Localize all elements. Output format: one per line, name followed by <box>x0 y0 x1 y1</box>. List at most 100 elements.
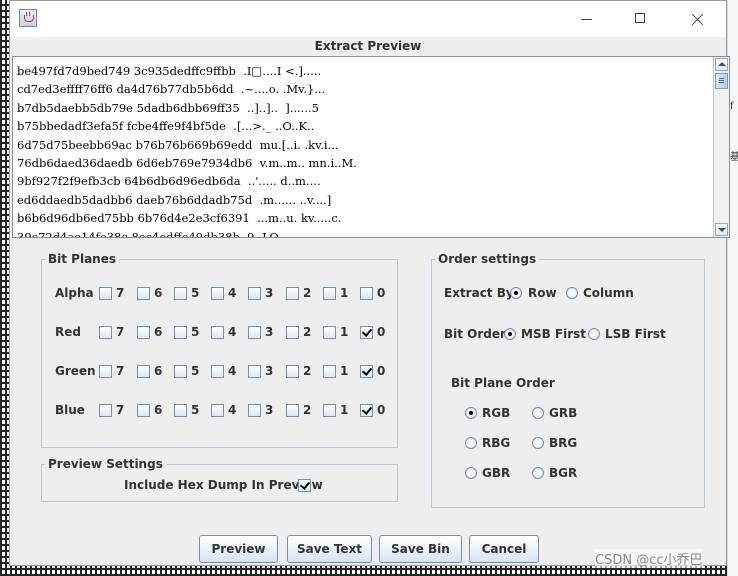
bit-checkbox-red-2[interactable] <box>286 326 299 339</box>
close-button[interactable] <box>674 7 720 33</box>
bit-checkbox-red-1[interactable] <box>323 326 336 339</box>
plane-order-radio-brg[interactable] <box>532 437 544 449</box>
plane-order-radio-rbg[interactable] <box>465 437 477 449</box>
bit-number-label: 2 <box>303 286 312 300</box>
preview-lines: be497fd7d9bed749 3c935dedffc9ffbb .I□...… <box>17 62 713 238</box>
csdn-watermark: CSDN @cc小乔巴 <box>595 549 703 568</box>
plane-order-radio-bgr[interactable] <box>532 467 544 479</box>
bit-number-label: 6 <box>154 403 163 417</box>
bit-checkbox-alpha-0[interactable] <box>360 287 373 300</box>
bit-order-label: Bit Order <box>444 327 506 341</box>
bit-number-label: 4 <box>228 286 237 300</box>
channel-label-green: Green <box>55 364 96 378</box>
bit-checkbox-blue-6[interactable] <box>137 404 150 417</box>
bit-checkbox-blue-1[interactable] <box>323 404 336 417</box>
scroll-up-icon[interactable] <box>715 58 728 71</box>
bit-number-label: 1 <box>340 286 349 300</box>
extract-by-label: Extract By <box>444 286 514 300</box>
bit-checkbox-blue-3[interactable] <box>248 404 261 417</box>
bit-checkbox-alpha-4[interactable] <box>211 287 224 300</box>
bit-checkbox-red-3[interactable] <box>248 326 261 339</box>
preview-text-area[interactable]: be497fd7d9bed749 3c935dedffc9ffbb .I□...… <box>12 56 730 238</box>
title-bar <box>10 1 726 37</box>
bit-number-label: 5 <box>191 286 200 300</box>
bit-checkbox-green-6[interactable] <box>137 365 150 378</box>
plane-order-label-gbr: GBR <box>482 466 511 480</box>
bit-checkbox-red-5[interactable] <box>174 326 187 339</box>
bit-checkbox-red-6[interactable] <box>137 326 150 339</box>
bit-checkbox-green-7[interactable] <box>99 365 112 378</box>
preview-line: be497fd7d9bed749 3c935dedffc9ffbb .I□...… <box>17 64 322 78</box>
bit-number-label: 5 <box>191 325 200 339</box>
plane-order-label-grb: GRB <box>549 406 578 420</box>
minimize-button[interactable] <box>564 7 610 33</box>
plane-order-radio-gbr[interactable] <box>465 467 477 479</box>
plane-order-label-bgr: BGR <box>549 466 578 480</box>
bit-number-label: 4 <box>228 403 237 417</box>
bit-checkbox-alpha-3[interactable] <box>248 287 261 300</box>
bit-checkbox-green-1[interactable] <box>323 365 336 378</box>
preview-button[interactable]: Preview <box>199 535 278 563</box>
bit-checkbox-alpha-1[interactable] <box>323 287 336 300</box>
bit-checkbox-alpha-6[interactable] <box>137 287 150 300</box>
bit-checkbox-red-0[interactable] <box>360 326 373 339</box>
bit-checkbox-alpha-2[interactable] <box>286 287 299 300</box>
bit-checkbox-green-4[interactable] <box>211 365 224 378</box>
preview-line: 76db6daed36daedb 6d6eb769e7934db6 v.m..m… <box>17 155 357 170</box>
bit-checkbox-blue-0[interactable] <box>360 404 373 417</box>
channel-label-blue: Blue <box>55 403 85 417</box>
scroll-down-icon[interactable] <box>715 223 728 236</box>
bit-number-label: 3 <box>265 403 274 417</box>
bit-number-label: 4 <box>228 364 237 378</box>
bit-number-label: 7 <box>116 286 125 300</box>
plane-order-radio-grb[interactable] <box>532 407 544 419</box>
bit-checkbox-blue-2[interactable] <box>286 404 299 417</box>
bit-checkbox-blue-7[interactable] <box>99 404 112 417</box>
bit-checkbox-blue-5[interactable] <box>174 404 187 417</box>
cancel-button[interactable]: Cancel <box>469 535 539 563</box>
bit-number-label: 1 <box>340 325 349 339</box>
bit-number-label: 7 <box>116 403 125 417</box>
msb-first-radio[interactable] <box>504 328 516 340</box>
plane-order-label-brg: BRG <box>549 436 578 450</box>
bit-checkbox-red-4[interactable] <box>211 326 224 339</box>
plane-order-label-rgb: RGB <box>482 406 511 420</box>
bit-planes-title: Bit Planes <box>45 251 120 267</box>
preview-line: b6b6d96db6ed75bb 6b76d4e2e3cf6391 ...m..… <box>17 211 342 226</box>
bit-number-label: 5 <box>191 403 200 417</box>
bit-number-label: 6 <box>154 286 163 300</box>
bit-number-label: 5 <box>191 364 200 378</box>
column-radio[interactable] <box>566 287 578 299</box>
bit-checkbox-red-7[interactable] <box>99 326 112 339</box>
bit-number-label: 7 <box>116 364 125 378</box>
bit-checkbox-alpha-5[interactable] <box>174 287 187 300</box>
bit-number-label: 0 <box>377 286 386 300</box>
hex-dump-checkbox[interactable] <box>298 479 311 492</box>
bit-number-label: 3 <box>265 364 274 378</box>
preview-line: b75bbedadf3efa5f fcbe4ffe9f4bf5de .[...>… <box>17 119 315 134</box>
save-bin-button[interactable]: Save Bin <box>379 535 462 563</box>
bit-checkbox-green-2[interactable] <box>286 365 299 378</box>
bit-number-label: 3 <box>265 286 274 300</box>
lsb-first-radio[interactable] <box>588 328 600 340</box>
plane-order-radio-rgb[interactable] <box>465 407 477 419</box>
save-text-button[interactable]: Save Text <box>287 535 372 563</box>
scroll-thumb[interactable] <box>715 73 728 89</box>
preview-frame-title: Extract Preview <box>314 39 422 53</box>
bit-checkbox-green-0[interactable] <box>360 365 373 378</box>
preview-scrollbar[interactable] <box>713 57 729 237</box>
bit-number-label: 1 <box>340 403 349 417</box>
extract-dialog: Extract Preview be497fd7d9bed749 3c935de… <box>9 0 730 566</box>
maximize-button[interactable] <box>618 7 664 33</box>
bit-checkbox-green-3[interactable] <box>248 365 261 378</box>
bit-checkbox-green-5[interactable] <box>174 365 187 378</box>
preview-line: 39c72d4ae14fe38c 8ec4edffe49db38b 9.-J.O… <box>17 229 319 238</box>
bit-number-label: 2 <box>303 364 312 378</box>
lsb-first-label: LSB First <box>605 327 666 341</box>
bit-checkbox-alpha-7[interactable] <box>99 287 112 300</box>
row-radio[interactable] <box>510 287 522 299</box>
row-label: Row <box>528 286 557 300</box>
bit-checkbox-blue-4[interactable] <box>211 404 224 417</box>
preview-line: b7db5daebb5db79e 5dadb6dbb69ff35 ..]..].… <box>17 100 319 115</box>
preview-line: 9bf927f2f9efb3cb 64b6db6d96edb6da ..'...… <box>17 174 321 189</box>
